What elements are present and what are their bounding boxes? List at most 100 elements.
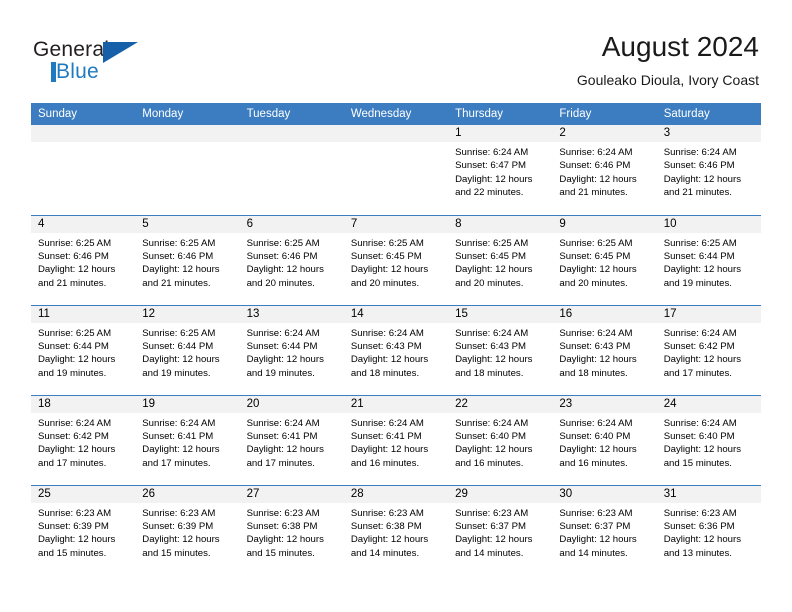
- calendar-day-cell[interactable]: 1 Sunrise: 6:24 AM Sunset: 6:47 PM Daylight…: [448, 125, 553, 215]
- sunset-time: Sunset: 6:45 PM: [559, 250, 631, 262]
- weekday-header-tuesday: Tuesday: [239, 103, 344, 125]
- weekday-header-saturday: Saturday: [656, 103, 761, 125]
- daylight-duration-line2: and 19 minutes.: [38, 367, 107, 379]
- sunset-time: Sunset: 6:46 PM: [663, 160, 735, 172]
- daylight-duration-line1: Daylight: 12 hours: [663, 264, 742, 276]
- day-details: Sunrise: 6:24 AM Sunset: 6:41 PM Daylight:…: [135, 413, 239, 471]
- calendar-day-cell[interactable]: 19 Sunrise: 6:24 AM Sunset: 6:41 PM Dayligh…: [135, 394, 240, 485]
- day-number: 8: [448, 215, 553, 233]
- sunset-time: Sunset: 6:44 PM: [142, 340, 214, 352]
- day-number: 7: [343, 215, 449, 233]
- day-details: Sunrise: 6:23 AM Sunset: 6:37 PM Daylight:…: [448, 503, 552, 561]
- daylight-duration-line1: Daylight: 12 hours: [663, 444, 742, 456]
- sunset-time: Sunset: 6:38 PM: [350, 520, 422, 532]
- daylight-duration-line2: and 18 minutes.: [455, 367, 524, 379]
- calendar-day-cell-empty: [31, 125, 136, 215]
- calendar-day-cell[interactable]: 16 Sunrise: 6:24 AM Sunset: 6:43 PM Dayligh…: [552, 304, 657, 395]
- calendar-week-row: 1 Sunrise: 6:24 AM Sunset: 6:47 PM Daylight…: [31, 125, 761, 215]
- day-number: 19: [135, 395, 240, 413]
- calendar-day-cell[interactable]: 13 Sunrise: 6:24 AM Sunset: 6:44 PM Dayligh…: [239, 304, 344, 395]
- sunrise-time: Sunrise: 6:23 AM: [38, 507, 112, 519]
- sunset-time: Sunset: 6:43 PM: [455, 340, 527, 352]
- calendar-day-cell[interactable]: 14 Sunrise: 6:24 AM Sunset: 6:43 PM Dayligh…: [343, 304, 449, 395]
- calendar-week-row: 11 Sunrise: 6:25 AM Sunset: 6:44 PM Dayligh…: [31, 304, 761, 395]
- day-number: 6: [239, 215, 344, 233]
- daylight-duration-line1: Daylight: 12 hours: [559, 444, 637, 456]
- sunrise-time: Sunrise: 6:24 AM: [246, 327, 320, 339]
- sunrise-time: Sunrise: 6:25 AM: [142, 237, 216, 249]
- calendar-day-cell[interactable]: 23 Sunrise: 6:24 AM Sunset: 6:40 PM Dayligh…: [552, 394, 657, 485]
- day-number: 29: [448, 485, 553, 503]
- sunrise-time: Sunrise: 6:24 AM: [559, 327, 633, 339]
- calendar-day-cell[interactable]: 31 Sunrise: 6:23 AM Sunset: 6:36 PM Dayligh…: [656, 484, 761, 575]
- calendar-day-cell[interactable]: 30 Sunrise: 6:23 AM Sunset: 6:37 PM Dayligh…: [552, 484, 657, 575]
- calendar-day-cell[interactable]: 21 Sunrise: 6:24 AM Sunset: 6:41 PM Dayligh…: [343, 394, 449, 485]
- calendar-day-cell[interactable]: 6 Sunrise: 6:25 AM Sunset: 6:46 PM Daylight…: [239, 214, 344, 305]
- day-details: Sunrise: 6:24 AM Sunset: 6:40 PM Daylight:…: [657, 413, 761, 471]
- sunrise-time: Sunrise: 6:25 AM: [38, 237, 112, 249]
- calendar-day-cell[interactable]: 11 Sunrise: 6:25 AM Sunset: 6:44 PM Dayligh…: [31, 304, 136, 395]
- calendar-day-cell[interactable]: 29 Sunrise: 6:23 AM Sunset: 6:37 PM Dayligh…: [448, 484, 553, 575]
- sunrise-time: Sunrise: 6:23 AM: [246, 507, 320, 519]
- daylight-duration-line2: and 22 minutes.: [455, 187, 524, 199]
- sunset-time: Sunset: 6:37 PM: [559, 520, 631, 532]
- daylight-duration-line2: and 14 minutes.: [559, 547, 628, 559]
- calendar-day-cell[interactable]: 26 Sunrise: 6:23 AM Sunset: 6:39 PM Dayligh…: [135, 484, 240, 575]
- calendar-day-cell[interactable]: 18 Sunrise: 6:24 AM Sunset: 6:42 PM Dayligh…: [31, 394, 136, 485]
- calendar-day-cell[interactable]: 27 Sunrise: 6:23 AM Sunset: 6:38 PM Dayligh…: [239, 484, 344, 575]
- calendar-day-cell[interactable]: 24 Sunrise: 6:24 AM Sunset: 6:40 PM Dayligh…: [656, 394, 761, 485]
- page-title: August 2024: [601, 31, 759, 62]
- daylight-duration-line1: Daylight: 12 hours: [246, 354, 324, 366]
- day-details: Sunrise: 6:23 AM Sunset: 6:39 PM Daylight:…: [31, 503, 135, 561]
- calendar-day-cell[interactable]: 25 Sunrise: 6:23 AM Sunset: 6:39 PM Dayligh…: [31, 484, 136, 575]
- day-details: Sunrise: 6:24 AM Sunset: 6:41 PM Daylight:…: [240, 413, 344, 471]
- day-number: 23: [552, 395, 657, 413]
- daylight-duration-line2: and 20 minutes.: [455, 277, 524, 289]
- calendar-day-cell[interactable]: 28 Sunrise: 6:23 AM Sunset: 6:38 PM Dayligh…: [343, 484, 449, 575]
- calendar-day-cell[interactable]: 15 Sunrise: 6:24 AM Sunset: 6:43 PM Dayligh…: [448, 304, 553, 395]
- day-number: 30: [552, 485, 657, 503]
- calendar-day-cell[interactable]: 2 Sunrise: 6:24 AM Sunset: 6:46 PM Daylight…: [552, 125, 657, 215]
- day-number: 15: [448, 305, 553, 323]
- day-number: 24: [656, 395, 761, 413]
- daylight-duration-line1: Daylight: 12 hours: [663, 173, 742, 185]
- day-details: Sunrise: 6:24 AM Sunset: 6:40 PM Daylight:…: [448, 413, 552, 471]
- daylight-duration-line2: and 16 minutes.: [559, 457, 628, 469]
- day-details: Sunrise: 6:25 AM Sunset: 6:44 PM Daylight:…: [657, 233, 761, 291]
- daylight-duration-line1: Daylight: 12 hours: [559, 534, 637, 546]
- daylight-duration-line1: Daylight: 12 hours: [142, 264, 220, 276]
- calendar-day-cell[interactable]: 9 Sunrise: 6:25 AM Sunset: 6:45 PM Daylight…: [552, 214, 657, 305]
- sunrise-time: Sunrise: 6:25 AM: [142, 327, 216, 339]
- calendar-day-cell[interactable]: 3 Sunrise: 6:24 AM Sunset: 6:46 PM Daylight…: [656, 125, 761, 215]
- calendar-day-cell[interactable]: 17 Sunrise: 6:24 AM Sunset: 6:42 PM Dayligh…: [656, 304, 761, 395]
- daylight-duration-line1: Daylight: 12 hours: [38, 264, 116, 276]
- sunrise-time: Sunrise: 6:23 AM: [350, 507, 424, 519]
- daylight-duration-line1: Daylight: 12 hours: [142, 444, 220, 456]
- day-details: Sunrise: 6:25 AM Sunset: 6:45 PM Daylight:…: [552, 233, 656, 291]
- daylight-duration-line2: and 14 minutes.: [350, 547, 420, 559]
- sunrise-time: Sunrise: 6:23 AM: [455, 507, 529, 519]
- calendar-day-cell[interactable]: 4 Sunrise: 6:25 AM Sunset: 6:46 PM Daylight…: [31, 214, 136, 305]
- calendar-day-cell[interactable]: 12 Sunrise: 6:25 AM Sunset: 6:44 PM Dayligh…: [135, 304, 240, 395]
- day-number: 4: [31, 215, 136, 233]
- weekday-header-sunday: Sunday: [31, 103, 136, 125]
- sunset-time: Sunset: 6:46 PM: [559, 160, 631, 172]
- day-details: Sunrise: 6:25 AM Sunset: 6:44 PM Daylight:…: [31, 323, 135, 381]
- day-details: Sunrise: 6:24 AM Sunset: 6:41 PM Daylight:…: [344, 413, 448, 471]
- daylight-duration-line1: Daylight: 12 hours: [350, 264, 429, 276]
- calendar-day-cell[interactable]: 22 Sunrise: 6:24 AM Sunset: 6:40 PM Dayligh…: [448, 394, 553, 485]
- day-number: 25: [31, 485, 136, 503]
- calendar-day-cell[interactable]: 10 Sunrise: 6:25 AM Sunset: 6:44 PM Dayligh…: [656, 214, 761, 305]
- daylight-duration-line1: Daylight: 12 hours: [455, 354, 533, 366]
- calendar-day-cell[interactable]: 20 Sunrise: 6:24 AM Sunset: 6:41 PM Dayligh…: [239, 394, 344, 485]
- day-details: Sunrise: 6:23 AM Sunset: 6:38 PM Daylight:…: [240, 503, 344, 561]
- calendar-day-cell[interactable]: 7 Sunrise: 6:25 AM Sunset: 6:45 PM Daylight…: [343, 214, 449, 305]
- calendar-day-cell[interactable]: 8 Sunrise: 6:25 AM Sunset: 6:45 PM Daylight…: [448, 214, 553, 305]
- daylight-duration-line2: and 17 minutes.: [246, 457, 315, 469]
- calendar-day-cell[interactable]: 5 Sunrise: 6:25 AM Sunset: 6:46 PM Daylight…: [135, 214, 240, 305]
- day-number: [31, 125, 136, 142]
- daylight-duration-line1: Daylight: 12 hours: [246, 534, 324, 546]
- brand-logo[interactable]: General Blue: [33, 38, 253, 90]
- calendar-grid: Sunday Monday Tuesday Wednesday Thursday…: [31, 103, 761, 575]
- day-details: Sunrise: 6:24 AM Sunset: 6:43 PM Daylight:…: [448, 323, 552, 381]
